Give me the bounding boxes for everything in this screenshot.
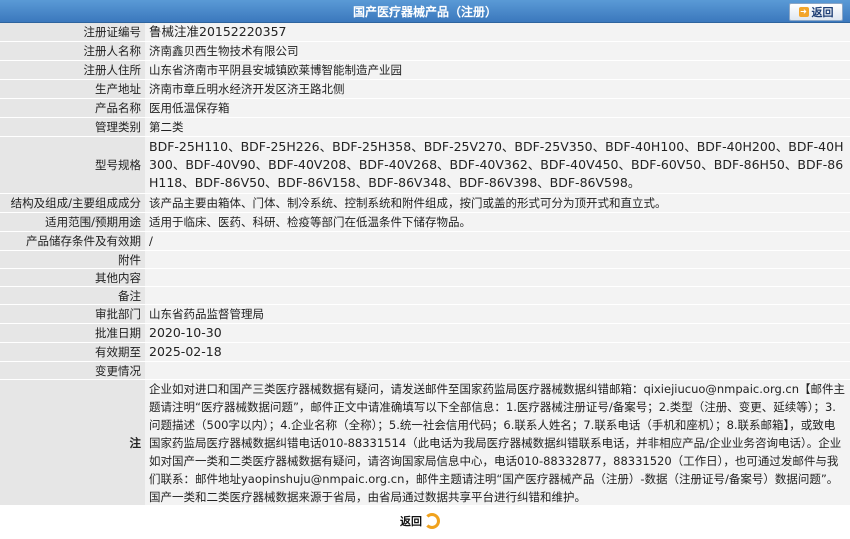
table-row: 适用范围/预期用途 适用于临床、医药、科研、检疫等部门在低温条件下储存物品。 bbox=[0, 212, 850, 232]
field-label: 产品储存条件及有效期 bbox=[0, 231, 145, 251]
page-title: 国产医疗器械产品（注册） bbox=[352, 5, 497, 19]
back-button-label: 返回 bbox=[811, 6, 834, 19]
table-row: 变更情况 bbox=[0, 361, 850, 380]
table-row: 产品名称 医用低温保存箱 bbox=[0, 98, 850, 118]
table-row: 批准日期 2020-10-30 bbox=[0, 323, 850, 343]
table-row: 附件 bbox=[0, 250, 850, 269]
note-text: 企业如对进口和国产三类医疗器械数据有疑问，请发送邮件至国家药监局医疗器械数据纠错… bbox=[145, 379, 850, 507]
field-value: 2020-10-30 bbox=[145, 323, 850, 343]
table-row: 产品储存条件及有效期 / bbox=[0, 231, 850, 251]
field-value: 山东省药品监督管理局 bbox=[145, 304, 850, 324]
field-value: 鲁械注准20152220357 bbox=[145, 23, 850, 42]
field-value bbox=[145, 286, 850, 305]
field-value bbox=[145, 250, 850, 269]
title-bar: 国产医疗器械产品（注册） ➜ 返回 bbox=[0, 0, 850, 23]
field-value: 2025-02-18 bbox=[145, 342, 850, 362]
field-label: 变更情况 bbox=[0, 361, 145, 380]
field-value: 第二类 bbox=[145, 117, 850, 137]
field-label: 注册人住所 bbox=[0, 60, 145, 80]
field-label: 其他内容 bbox=[0, 268, 145, 287]
field-label: 结构及组成/主要组成成分 bbox=[0, 193, 145, 213]
field-value: BDF-25H110、BDF-25H226、BDF-25H358、BDF-25V… bbox=[145, 136, 850, 194]
field-label: 批准日期 bbox=[0, 323, 145, 343]
field-value bbox=[145, 361, 850, 380]
table-row: 注册证编号 鲁械注准20152220357 bbox=[0, 23, 850, 42]
table-row: 其他内容 bbox=[0, 268, 850, 287]
table-row: 有效期至 2025-02-18 bbox=[0, 342, 850, 362]
table-row: 结构及组成/主要组成成分 该产品主要由箱体、门体、制冷系统、控制系统和附件组成，… bbox=[0, 193, 850, 213]
table-row: 审批部门 山东省药品监督管理局 bbox=[0, 304, 850, 324]
field-label: 适用范围/预期用途 bbox=[0, 212, 145, 232]
field-value: 济南市章丘明水经济开发区济王路北侧 bbox=[145, 79, 850, 99]
table-row: 型号规格 BDF-25H110、BDF-25H226、BDF-25H358、BD… bbox=[0, 136, 850, 194]
field-label: 型号规格 bbox=[0, 136, 145, 194]
footer-back-label: 返回 bbox=[400, 515, 422, 528]
field-value: 济南鑫贝西生物技术有限公司 bbox=[145, 41, 850, 61]
field-value: 医用低温保存箱 bbox=[145, 98, 850, 118]
note-label: 注 bbox=[0, 379, 145, 507]
field-label: 有效期至 bbox=[0, 342, 145, 362]
back-arrow-icon: ➜ bbox=[798, 7, 809, 17]
back-button[interactable]: ➜ 返回 bbox=[789, 3, 843, 21]
field-label: 备注 bbox=[0, 286, 145, 305]
table-row: 注 企业如对进口和国产三类医疗器械数据有疑问，请发送邮件至国家药监局医疗器械数据… bbox=[0, 379, 850, 507]
footer-back-button[interactable]: 返回 bbox=[400, 510, 446, 532]
page: 国产医疗器械产品（注册） ➜ 返回 注册证编号 鲁械注准20152220357 … bbox=[0, 0, 850, 539]
field-value: 山东省济南市平阴县安城镇欧莱博智能制造产业园 bbox=[145, 60, 850, 80]
field-label: 审批部门 bbox=[0, 304, 145, 324]
table-row: 备注 bbox=[0, 286, 850, 305]
table-row: 注册人住所 山东省济南市平阴县安城镇欧莱博智能制造产业园 bbox=[0, 60, 850, 80]
field-value: 该产品主要由箱体、门体、制冷系统、控制系统和附件组成，按门或盖的形式可分为顶开式… bbox=[145, 193, 850, 213]
table-row: 生产地址 济南市章丘明水经济开发区济王路北侧 bbox=[0, 79, 850, 99]
footer: 返回 bbox=[0, 505, 850, 539]
field-label: 生产地址 bbox=[0, 79, 145, 99]
field-label: 附件 bbox=[0, 250, 145, 269]
field-value: 适用于临床、医药、科研、检疫等部门在低温条件下储存物品。 bbox=[145, 212, 850, 232]
back-circle-icon bbox=[424, 513, 440, 529]
registration-info-table: 注册证编号 鲁械注准20152220357 注册人名称 济南鑫贝西生物技术有限公… bbox=[0, 23, 850, 507]
field-label: 注册证编号 bbox=[0, 23, 145, 42]
field-value: / bbox=[145, 231, 850, 251]
field-label: 管理类别 bbox=[0, 117, 145, 137]
field-value bbox=[145, 268, 850, 287]
table-row: 管理类别 第二类 bbox=[0, 117, 850, 137]
field-label: 注册人名称 bbox=[0, 41, 145, 61]
field-label: 产品名称 bbox=[0, 98, 145, 118]
table-row: 注册人名称 济南鑫贝西生物技术有限公司 bbox=[0, 41, 850, 61]
